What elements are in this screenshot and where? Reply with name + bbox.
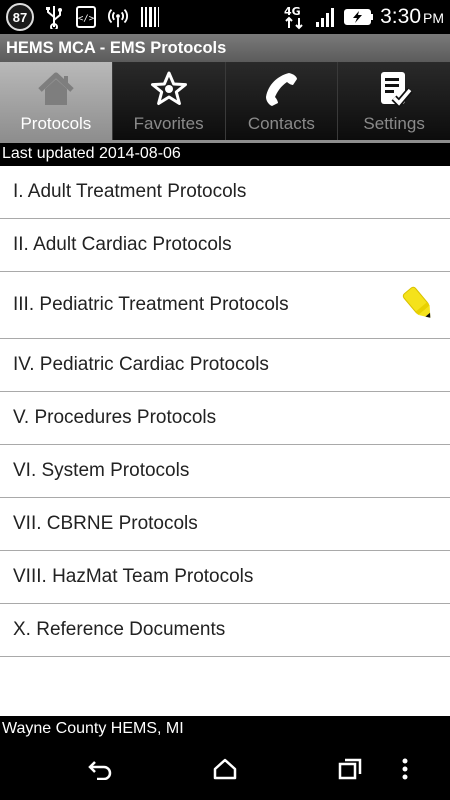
pencil-icon <box>398 284 440 332</box>
list-item-label: II. Adult Cardiac Protocols <box>13 234 232 255</box>
tab-protocols-label: Protocols <box>20 114 92 133</box>
home-outline-icon <box>213 758 237 785</box>
list-item[interactable]: I. Adult Treatment Protocols <box>0 166 450 219</box>
signal-strength-icon <box>314 5 338 29</box>
network-4g-icon: 4G <box>282 5 308 30</box>
recent-apps-icon <box>338 758 362 785</box>
list-item-label: VI. System Protocols <box>13 460 190 481</box>
app-title: HEMS MCA - EMS Protocols <box>0 34 450 62</box>
list-item[interactable]: II. Adult Cardiac Protocols <box>0 219 450 272</box>
svg-text:</>: </> <box>78 14 95 24</box>
tab-favorites[interactable]: Favorites <box>112 62 226 140</box>
tab-settings[interactable]: Settings <box>338 62 450 140</box>
tab-protocols[interactable]: Protocols <box>0 62 113 140</box>
list-item[interactable]: VIII. HazMat Team Protocols <box>0 551 450 604</box>
code-icon: </> <box>74 5 98 29</box>
list-item[interactable]: III. Pediatric Treatment Protocols <box>0 272 450 339</box>
footer-text: Wayne County HEMS, MI <box>0 716 450 742</box>
home-button[interactable] <box>195 749 255 793</box>
tab-bar: Protocols Favorites Contacts Settings <box>0 62 450 140</box>
status-bar: 87 </> 4G 3:30 PM <box>0 0 450 34</box>
list-item[interactable]: IV. Pediatric Cardiac Protocols <box>0 339 450 392</box>
battery-charging-icon <box>344 5 374 29</box>
list-item-label: V. Procedures Protocols <box>13 407 217 428</box>
list-item-label: I. Adult Treatment Protocols <box>13 181 247 202</box>
list-item-label: X. Reference Documents <box>13 619 226 640</box>
overflow-menu-icon <box>402 758 408 785</box>
list-item[interactable]: VII. CBRNE Protocols <box>0 498 450 551</box>
back-button[interactable] <box>70 749 130 793</box>
notification-count-badge: 87 <box>6 3 34 31</box>
tab-settings-label: Settings <box>363 114 425 133</box>
star-icon <box>149 70 189 108</box>
list-item-label: III. Pediatric Treatment Protocols <box>13 294 289 315</box>
menu-button[interactable] <box>390 749 420 793</box>
phone-icon <box>261 70 301 108</box>
hotspot-icon <box>106 5 130 29</box>
list-item[interactable]: VI. System Protocols <box>0 445 450 498</box>
svg-text:4G: 4G <box>284 5 301 18</box>
tab-contacts[interactable]: Contacts <box>225 62 339 140</box>
list-item-label: IV. Pediatric Cardiac Protocols <box>13 354 269 375</box>
list-item-label: VII. CBRNE Protocols <box>13 513 198 534</box>
checklist-icon <box>374 70 414 108</box>
list-item[interactable]: V. Procedures Protocols <box>0 392 450 445</box>
protocol-list: I. Adult Treatment Protocols II. Adult C… <box>0 166 450 716</box>
clock: 3:30 PM <box>380 5 444 28</box>
tab-favorites-label: Favorites <box>133 114 204 133</box>
last-updated-text: Last updated 2014-08-06 <box>0 140 450 166</box>
barcode-icon <box>138 5 162 29</box>
navigation-bar <box>0 742 450 800</box>
home-icon <box>36 70 76 108</box>
back-icon <box>87 758 113 785</box>
list-item-label: VIII. HazMat Team Protocols <box>13 566 254 587</box>
tab-contacts-label: Contacts <box>247 114 315 133</box>
list-item[interactable]: X. Reference Documents <box>0 604 450 657</box>
recent-apps-button[interactable] <box>320 749 380 793</box>
usb-icon <box>42 5 66 29</box>
